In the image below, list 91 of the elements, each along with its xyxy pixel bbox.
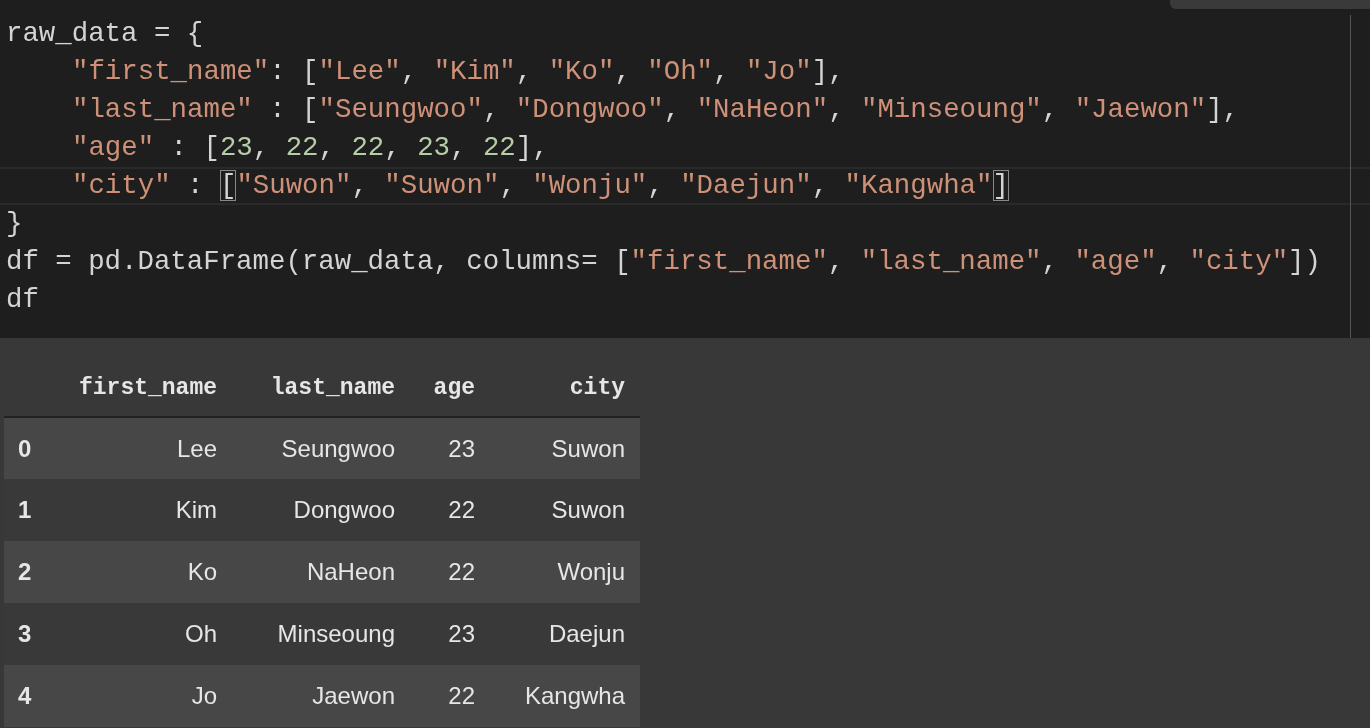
- table-cell: Kim: [52, 479, 232, 541]
- table-cell: Lee: [52, 417, 232, 479]
- table-cell: NaHeon: [232, 541, 410, 603]
- string-literal: "Oh": [647, 56, 714, 87]
- code-text: : [: [269, 56, 319, 87]
- number-literal: 23: [219, 132, 253, 163]
- table-cell: 22: [410, 665, 490, 727]
- table-cell: 23: [410, 417, 490, 479]
- string-literal: "Jaewon": [1074, 94, 1207, 125]
- matched-bracket: [: [219, 170, 237, 201]
- string-literal: "age": [72, 132, 155, 163]
- code-text: ,: [614, 56, 632, 87]
- code-text: ,: [1041, 246, 1059, 277]
- string-literal: "Lee": [318, 56, 401, 87]
- number-literal: 22: [351, 132, 385, 163]
- code-text: }: [6, 208, 23, 239]
- table-cell: Dongwoo: [232, 479, 410, 541]
- matched-bracket: ]: [992, 170, 1009, 201]
- code-text: ,: [811, 170, 830, 201]
- column-header: last_name: [232, 338, 410, 417]
- table-cell: 23: [410, 603, 490, 665]
- code-text: ,: [1156, 246, 1175, 277]
- code-text: ,: [252, 132, 271, 163]
- row-index: 2: [4, 541, 52, 603]
- row-index: 4: [4, 665, 52, 727]
- table-cell: Ko: [52, 541, 232, 603]
- code-text: ,: [647, 170, 665, 201]
- string-literal: "Dongwoo": [515, 94, 664, 125]
- table-cell: Suwon: [490, 479, 640, 541]
- column-header: first_name: [52, 338, 232, 417]
- table-cell: Oh: [52, 603, 232, 665]
- table-cell: Suwon: [490, 417, 640, 479]
- code-text: ]): [1288, 246, 1321, 277]
- code-text: df = pd.DataFrame(raw_data, columns= [: [6, 246, 631, 277]
- table-cell: 22: [410, 479, 490, 541]
- string-literal: "last_name": [72, 94, 253, 125]
- number-literal: 22: [285, 132, 319, 163]
- code-text: ],: [1206, 94, 1240, 125]
- code-text: : [: [169, 132, 220, 163]
- table-cell: Seungwoo: [232, 417, 410, 479]
- table-cell: Jo: [52, 665, 232, 727]
- string-literal: "age": [1074, 246, 1157, 277]
- table-cell: Minseoung: [232, 603, 410, 665]
- table-cell: Jaewon: [232, 665, 410, 727]
- code-text: ,: [499, 170, 517, 201]
- row-index: 1: [4, 479, 52, 541]
- string-literal: "city": [1189, 246, 1289, 277]
- code-text: ,: [482, 94, 501, 125]
- code-editor[interactable]: [0, 0, 1370, 338]
- number-literal: 23: [417, 132, 451, 163]
- table-cell: Wonju: [490, 541, 640, 603]
- code-text: : [: [268, 94, 319, 125]
- code-text: df: [6, 284, 39, 315]
- string-literal: "Ko": [548, 56, 615, 87]
- code-text: ],: [515, 132, 549, 163]
- code-text: ,: [1041, 94, 1060, 125]
- string-literal: "Seungwoo": [318, 94, 483, 125]
- string-literal: "first_name": [72, 56, 270, 87]
- string-literal: "Suwon": [384, 170, 500, 201]
- string-literal: "Kim": [433, 56, 516, 87]
- code-text: ,: [450, 132, 468, 163]
- code-text: ,: [828, 94, 846, 125]
- column-header: age: [410, 338, 490, 417]
- code-text: :: [186, 170, 205, 201]
- string-literal: "Suwon": [236, 170, 352, 201]
- string-literal: "Jo": [745, 56, 812, 87]
- code-text: ,: [663, 94, 682, 125]
- table-cell: 22: [410, 541, 490, 603]
- string-literal: "NaHeon": [696, 94, 829, 125]
- code-text: ,: [713, 56, 731, 87]
- code-text: ,: [400, 56, 419, 87]
- string-literal: "Kangwha": [844, 170, 993, 201]
- code-text: ],: [811, 56, 845, 87]
- string-literal: "first_name": [630, 246, 828, 277]
- table-cell: Daejun: [490, 603, 640, 665]
- code-text: ,: [351, 170, 369, 201]
- code-text: raw_data = {: [6, 18, 204, 49]
- row-index: 3: [4, 603, 52, 665]
- row-index: 0: [4, 417, 52, 479]
- code-text: ,: [318, 132, 336, 163]
- string-literal: "Wonju": [532, 170, 648, 201]
- code-text: ,: [515, 56, 534, 87]
- string-literal: "Minseoung": [861, 94, 1042, 125]
- string-literal: "city": [72, 170, 171, 201]
- number-literal: 22: [482, 132, 516, 163]
- code-text: ,: [827, 246, 846, 277]
- code-text: ,: [384, 132, 402, 163]
- string-literal: "Daejun": [680, 170, 812, 201]
- column-header: city: [490, 338, 640, 417]
- string-literal: "last_name": [860, 246, 1042, 277]
- table-cell: Kangwha: [490, 665, 640, 727]
